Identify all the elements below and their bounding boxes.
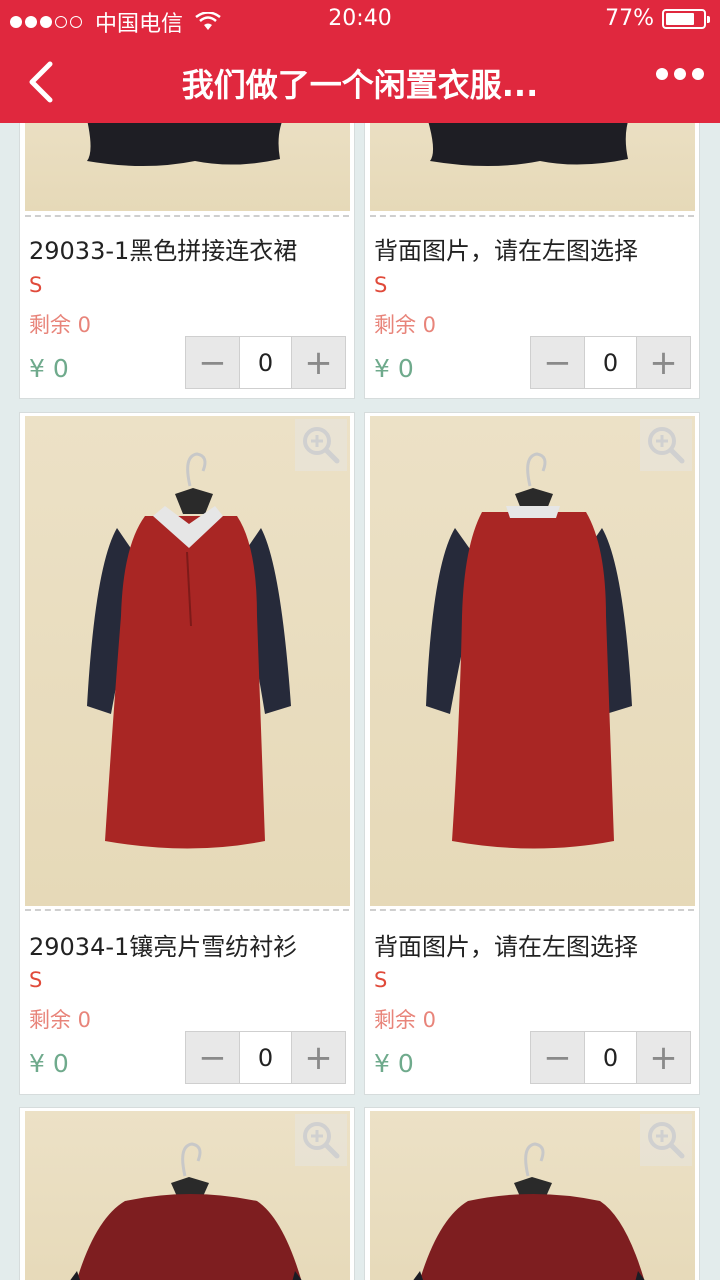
- product-stock: 剩余 0: [374, 1008, 437, 1032]
- product-size: S: [29, 968, 43, 992]
- product-stock: 剩余 0: [29, 1008, 92, 1032]
- quantity-field[interactable]: 0: [584, 1032, 637, 1083]
- product-size: S: [374, 968, 388, 992]
- product-size: S: [374, 273, 388, 297]
- product-stock: 剩余 0: [29, 313, 92, 337]
- product-card[interactable]: [19, 1107, 355, 1280]
- quantity-field[interactable]: 0: [584, 337, 637, 388]
- product-card[interactable]: [364, 1107, 700, 1280]
- product-card[interactable]: 29033-1黑色拼接连衣裙 S 剩余 0 ¥ 0 − 0 +: [19, 90, 355, 399]
- battery-percent: 77%: [605, 6, 654, 31]
- quantity-stepper: − 0 +: [185, 1031, 346, 1084]
- product-price: ¥ 0: [29, 1049, 69, 1078]
- product-photo[interactable]: [370, 1111, 695, 1280]
- product-card[interactable]: 背面图片，请在左图选择 S 剩余 0 ¥ 0 − 0 +: [364, 90, 700, 399]
- zoom-button[interactable]: [295, 1114, 347, 1166]
- quantity-field[interactable]: 0: [239, 1032, 292, 1083]
- zoom-in-icon: [303, 1122, 340, 1159]
- product-card[interactable]: 背面图片，请在左图选择 S 剩余 0 ¥ 0 − 0 +: [364, 412, 700, 1095]
- quantity-stepper: − 0 +: [185, 336, 346, 389]
- minus-button[interactable]: −: [531, 1032, 584, 1083]
- product-name: 29033-1黑色拼接连衣裙: [29, 237, 298, 265]
- battery-icon: [662, 8, 710, 29]
- minus-button[interactable]: −: [186, 1032, 239, 1083]
- product-name: 29034-1镶亮片雪纺衬衫: [29, 933, 298, 961]
- minus-button[interactable]: −: [531, 337, 584, 388]
- zoom-button[interactable]: [640, 1114, 692, 1166]
- product-photo[interactable]: [25, 1111, 350, 1280]
- plus-button[interactable]: +: [637, 337, 690, 388]
- plus-button[interactable]: +: [292, 337, 345, 388]
- zoom-in-icon: [648, 427, 685, 464]
- quantity-field[interactable]: 0: [239, 337, 292, 388]
- plus-button[interactable]: +: [292, 1032, 345, 1083]
- product-photo[interactable]: [370, 416, 695, 906]
- back-arrow-icon[interactable]: [22, 58, 62, 106]
- more-options-icon[interactable]: [650, 68, 704, 80]
- minus-button[interactable]: −: [186, 337, 239, 388]
- page-title: 我们做了一个闲置衣服...: [181, 66, 539, 104]
- product-photo[interactable]: [25, 416, 350, 906]
- product-price: ¥ 0: [29, 354, 69, 383]
- quantity-stepper: − 0 +: [530, 1031, 691, 1084]
- zoom-in-icon: [303, 427, 340, 464]
- quantity-stepper: − 0 +: [530, 336, 691, 389]
- product-stock: 剩余 0: [374, 313, 437, 337]
- nav-bar: 我们做了一个闲置衣服...: [0, 40, 720, 123]
- zoom-button[interactable]: [640, 419, 692, 471]
- status-bar: 中国电信 20:40 77%: [0, 0, 720, 40]
- product-name: 背面图片，请在左图选择: [374, 237, 638, 265]
- zoom-in-icon: [648, 1122, 685, 1159]
- product-name: 背面图片，请在左图选择: [374, 933, 638, 961]
- product-size: S: [29, 273, 43, 297]
- zoom-button[interactable]: [295, 419, 347, 471]
- product-card[interactable]: 29034-1镶亮片雪纺衬衫 S 剩余 0 ¥ 0 − 0 +: [19, 412, 355, 1095]
- product-price: ¥ 0: [374, 354, 414, 383]
- app-header: 中国电信 20:40 77% 我们做了一个闲置衣服...: [0, 0, 720, 123]
- product-price: ¥ 0: [374, 1049, 414, 1078]
- plus-button[interactable]: +: [637, 1032, 690, 1083]
